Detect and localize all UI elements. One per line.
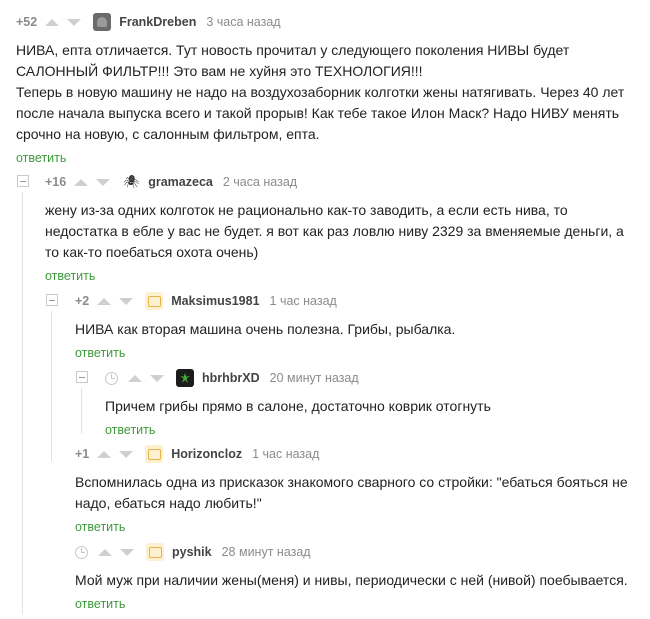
comment: hbrhbrXD 20 минут назад Причем грибы пря… xyxy=(105,368,635,439)
downvote-icon[interactable] xyxy=(67,18,82,26)
collapse-thread-gramazeca[interactable] xyxy=(17,175,29,187)
upvote-icon[interactable] xyxy=(97,450,112,458)
avatar[interactable] xyxy=(93,13,112,31)
downvote-icon[interactable] xyxy=(119,450,134,458)
comment-header: hbrhbrXD 20 минут назад xyxy=(105,368,635,388)
comment-text: Причем грибы прямо в салоне, достаточно … xyxy=(105,398,491,414)
comment-author[interactable]: pyshik xyxy=(172,545,212,559)
reply-link[interactable]: ответить xyxy=(75,597,125,611)
downvote-icon[interactable] xyxy=(96,178,111,186)
comment: pyshik 28 минут назад Мой муж при наличи… xyxy=(75,542,635,613)
comment-time[interactable]: 28 минут назад xyxy=(222,545,311,559)
thread-line xyxy=(81,388,82,434)
downvote-icon[interactable] xyxy=(120,548,134,556)
collapse-thread-maksimus[interactable] xyxy=(46,294,58,306)
reply-link[interactable]: ответить xyxy=(75,520,125,534)
comment-author[interactable]: FrankDreben xyxy=(119,15,196,29)
upvote-icon[interactable] xyxy=(98,548,112,556)
comment-header: +2 Maksimus1981 1 час назад xyxy=(75,291,635,311)
comment-header: +1 Horizoncloz 1 час назад xyxy=(75,444,635,464)
collapse-thread-hbrhbr[interactable] xyxy=(76,371,88,383)
comment: +16 🕷 gramazeca 2 часа назад жену из-за … xyxy=(45,172,635,285)
comment: +1 Horizoncloz 1 час назад Вспомнилась о… xyxy=(75,444,635,536)
comment-author[interactable]: Horizoncloz xyxy=(171,447,242,461)
comment-rating: +1 xyxy=(75,447,90,461)
comment-text: НИВА как вторая машина очень полезна. Гр… xyxy=(75,321,456,337)
spider-icon[interactable]: 🕷 xyxy=(122,173,141,191)
placeholder-avatar[interactable] xyxy=(145,292,164,310)
clock-icon xyxy=(105,371,118,385)
comment-header: pyshik 28 минут назад xyxy=(75,542,635,562)
reply-link[interactable]: ответить xyxy=(75,346,125,360)
upvote-icon[interactable] xyxy=(74,178,89,186)
downvote-icon[interactable] xyxy=(119,297,134,305)
comment-time[interactable]: 1 час назад xyxy=(252,447,319,461)
upvote-icon[interactable] xyxy=(45,18,60,26)
comment-author[interactable]: hbrhbrXD xyxy=(202,371,260,385)
comment: +52 FrankDreben 3 часа назад НИВА, епта … xyxy=(16,12,642,167)
upvote-icon[interactable] xyxy=(97,297,112,305)
upvote-icon[interactable] xyxy=(128,374,142,382)
comment-time[interactable]: 1 час назад xyxy=(270,294,337,308)
reply-link[interactable]: ответить xyxy=(105,423,155,437)
comment-header: +16 🕷 gramazeca 2 часа назад xyxy=(45,172,635,192)
leaf-icon[interactable] xyxy=(176,369,194,387)
comment-header: +52 FrankDreben 3 часа назад xyxy=(16,12,642,32)
comment-text: Мой муж при наличии жены(меня) и нивы, п… xyxy=(75,572,628,588)
reply-link[interactable]: ответить xyxy=(16,151,66,165)
comment: +2 Maksimus1981 1 час назад НИВА как вто… xyxy=(75,291,635,362)
comment-time[interactable]: 2 часа назад xyxy=(223,175,297,189)
reply-link[interactable]: ответить xyxy=(45,269,95,283)
comment-text: НИВА, епта отличается. Тут новость прочи… xyxy=(16,42,625,142)
comment-rating: +16 xyxy=(45,175,67,189)
thread-line xyxy=(51,311,52,461)
comment-text: Вспомнилась одна из присказок знакомого … xyxy=(75,474,628,511)
comment-author[interactable]: gramazeca xyxy=(148,175,213,189)
comment-time[interactable]: 20 минут назад xyxy=(270,371,359,385)
comment-text: жену из-за одних колготок не рационально… xyxy=(45,202,624,260)
placeholder-avatar[interactable] xyxy=(145,445,164,463)
comment-time[interactable]: 3 часа назад xyxy=(206,15,280,29)
comment-rating: +52 xyxy=(16,15,38,29)
placeholder-avatar[interactable] xyxy=(146,543,164,561)
clock-icon xyxy=(75,545,88,559)
comment-author[interactable]: Maksimus1981 xyxy=(171,294,259,308)
downvote-icon[interactable] xyxy=(150,374,164,382)
comment-rating: +2 xyxy=(75,294,90,308)
thread-line xyxy=(22,192,23,614)
